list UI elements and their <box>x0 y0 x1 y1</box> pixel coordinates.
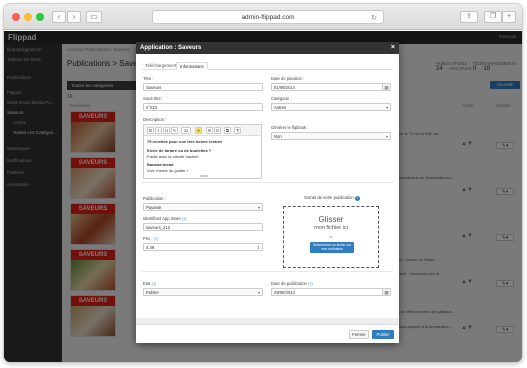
table-icon[interactable]: ⧉ <box>224 127 231 134</box>
publication-select[interactable]: Payante ▾ <box>143 203 263 211</box>
date-parution-label: Date de parution : <box>271 76 305 81</box>
extract-label-text: Extrait de votre publication <box>304 195 354 200</box>
extract-label: Extrait de votre publication? <box>287 195 377 201</box>
help-icon[interactable]: (?) <box>154 237 159 241</box>
back-button[interactable]: ‹ <box>52 11 66 23</box>
sous-titre-label: Sous-titre : <box>143 96 164 101</box>
tab-telechargement[interactable]: Téléchargement <box>142 62 179 70</box>
browser-window: ‹ › ▭ admin-flippad.com ↻ ⇪ ❐ + Flippad … <box>4 4 522 362</box>
modal-tabs: Téléchargement Informations <box>142 62 393 70</box>
browser-toolbar: ‹ › ▭ admin-flippad.com ↻ ⇪ ❐ + <box>4 4 522 30</box>
bullet-list-icon[interactable]: ☰ <box>206 127 213 134</box>
description-editor[interactable]: B I U ✎ 11 A ☰ ☷ ⧉ ¶ 75 recettes pour un… <box>143 124 262 179</box>
chevron-down-icon: ▾ <box>385 134 388 139</box>
etat-select[interactable]: Publier ▾ <box>143 288 263 296</box>
publication-value: Payante <box>146 205 162 210</box>
stepper-arrows-icon[interactable]: ⇕ <box>257 244 260 250</box>
select-file-button[interactable]: Sélectionner un fichier sur mon ordinate… <box>310 242 354 253</box>
date-publication-label: Date de publication (?) <box>271 281 313 286</box>
description-label: Description : <box>143 117 167 122</box>
help-icon[interactable]: (?) <box>182 217 187 221</box>
prix-label-text: Prix : <box>143 236 153 241</box>
publication-label: Publication : <box>143 196 166 201</box>
bold-button[interactable]: B <box>147 127 154 134</box>
dropzone-or: ou <box>329 235 333 239</box>
sidebar-toggle-icon[interactable]: ▭ <box>86 11 102 23</box>
categorie-select[interactable]: Autres ▾ <box>271 103 391 111</box>
chevron-down-icon: ▾ <box>257 290 260 295</box>
maximize-window-button[interactable] <box>36 13 44 21</box>
editor-line: 75 recettes pour une très bonne rentrée <box>147 139 223 144</box>
italic-button[interactable]: I <box>155 127 162 134</box>
address-bar[interactable]: admin-flippad.com ↻ <box>152 10 384 24</box>
generer-flipbook-select[interactable]: Non ▾ <box>271 132 391 140</box>
numbered-list-icon[interactable]: ☷ <box>214 127 221 134</box>
generer-flipbook-label: Générer le flipbook : <box>271 125 309 130</box>
forward-button[interactable]: › <box>67 11 81 23</box>
date-parution-input[interactable]: 01/09/2014 ▦ <box>271 83 391 91</box>
editor-content[interactable]: 75 recettes pour une très bonne rentrée … <box>147 139 259 174</box>
section-divider <box>142 271 393 272</box>
generer-flipbook-value: Non <box>274 134 282 139</box>
categorie-value: Autres <box>274 105 287 110</box>
text-color-icon[interactable]: A <box>195 127 202 134</box>
help-icon[interactable]: (?) <box>308 282 313 286</box>
dropzone-subtitle: mon fichier ici <box>314 225 348 231</box>
prix-value: 4.49 <box>146 245 155 250</box>
etat-label: Etat (?) <box>143 281 156 286</box>
file-dropzone[interactable]: Glisser mon fichier ici ou Sélectionner … <box>283 206 379 268</box>
editor-line: Envie de tartare ou de boulettes ? <box>147 147 212 153</box>
dropzone-title: Glisser <box>318 215 344 224</box>
resize-handle[interactable] <box>200 175 208 177</box>
tab-informations[interactable]: Informations <box>176 62 208 70</box>
new-tab-icon[interactable]: + <box>502 11 516 23</box>
modal-header: Application : Saveurs × <box>136 42 399 54</box>
date-publication-label-text: Date de publication <box>271 281 307 286</box>
reload-icon[interactable]: ↻ <box>371 12 377 25</box>
section-divider <box>142 182 393 183</box>
editor-line: Vive l'heure du goûter ! <box>147 168 188 174</box>
calendar-icon[interactable]: ▦ <box>382 84 390 90</box>
help-icon[interactable]: (?) <box>152 282 157 286</box>
close-icon[interactable]: × <box>391 42 395 54</box>
date-publication-input[interactable]: 29/08/2014 ▦ <box>271 288 391 296</box>
paragraph-icon[interactable]: ¶ <box>234 127 241 134</box>
chevron-down-icon: ▾ <box>385 105 388 110</box>
url-text: admin-flippad.com <box>241 14 295 21</box>
sous-titre-input[interactable]: n°213 <box>143 103 263 111</box>
tabs-icon[interactable]: ❐ <box>484 11 502 23</box>
modal-title: Application : Saveurs <box>140 45 202 51</box>
editor-line: Banana bread <box>147 162 174 168</box>
calendar-icon[interactable]: ▦ <box>382 289 390 295</box>
prix-stepper[interactable]: 4.49 ⇕ <box>143 243 263 251</box>
chevron-down-icon: ▾ <box>257 205 260 210</box>
modal-footer: Fermer Publier <box>136 324 399 343</box>
etat-value: Publier <box>146 290 160 295</box>
minimize-window-button[interactable] <box>24 13 32 21</box>
titre-input[interactable]: Saveurs <box>143 83 263 91</box>
categorie-label: Catégorie : <box>271 96 292 101</box>
info-icon[interactable]: ? <box>354 196 360 201</box>
date-publication-value: 29/08/2014 <box>274 290 295 295</box>
titre-label: Titre : <box>143 76 154 81</box>
identifiant-input[interactable]: saveurs_213 <box>143 223 263 231</box>
publish-button[interactable]: Publier <box>372 330 394 339</box>
etat-label-text: Etat <box>143 281 151 286</box>
date-parution-value: 01/09/2014 <box>274 85 295 90</box>
identifiant-label-text: Identifiant App Store <box>143 216 181 221</box>
underline-button[interactable]: U <box>163 127 170 134</box>
editor-toolbar: B I U ✎ 11 A ☰ ☷ ⧉ ¶ <box>144 125 261 136</box>
font-size-select[interactable]: 11 <box>181 127 191 134</box>
share-icon[interactable]: ⇪ <box>460 11 478 23</box>
eraser-icon[interactable]: ✎ <box>171 127 178 134</box>
publication-modal: Application : Saveurs × Téléchargement I… <box>136 42 399 343</box>
close-window-button[interactable] <box>12 13 20 21</box>
prix-label: Prix : (?) <box>143 236 158 241</box>
close-button[interactable]: Fermer <box>349 330 369 339</box>
identifiant-label: Identifiant App Store (?) <box>143 216 187 221</box>
